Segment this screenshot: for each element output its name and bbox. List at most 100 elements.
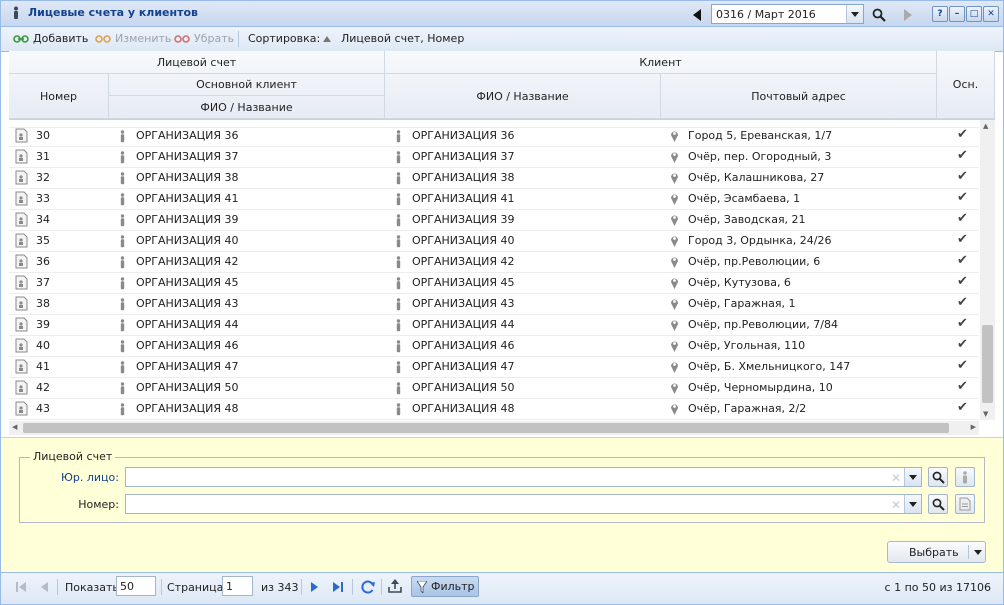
horizontal-scroll-thumb[interactable] (23, 423, 949, 433)
filter-legend: Лицевой счет (30, 450, 116, 463)
scroll-left-icon[interactable]: ◀ (12, 423, 17, 431)
table-row[interactable]: 33 ОРГАНИЗАЦИЯ 41 ОРГАНИЗАЦИЯ 41 Очёр, Эсам… (9, 189, 979, 210)
table-row[interactable]: 38 ОРГАНИЗАЦИЯ 43 ОРГАНИЗАЦИЯ 43 Очёр, Гара… (9, 294, 979, 315)
number-search-button[interactable] (928, 494, 948, 514)
page-size-input[interactable]: 50 (116, 576, 156, 596)
next-period-button[interactable] (897, 4, 919, 25)
person-icon (120, 298, 125, 311)
legal-entity-search-button[interactable] (928, 467, 948, 487)
check-icon: ✔ (957, 400, 968, 415)
toolbar-separator (238, 31, 239, 47)
title-bar: Лицевые счета у клиентов 0316 / Март 201… (1, 1, 1003, 27)
check-icon: ✔ (957, 127, 968, 142)
table-row[interactable]: 43 ОРГАНИЗАЦИЯ 48 ОРГАНИЗАЦИЯ 48 Очёр, Гара… (9, 399, 979, 420)
edit-label: Изменить (115, 32, 172, 45)
person-icon (14, 6, 18, 19)
cell-address: Город 3, Ордынка, 24/26 (688, 234, 832, 247)
header-postal-address[interactable]: Почтовый адрес (661, 74, 937, 119)
chevron-down-icon[interactable] (904, 495, 921, 513)
cell-client: ОРГАНИЗАЦИЯ 48 (412, 402, 515, 415)
refresh-icon[interactable] (360, 579, 376, 595)
cell-client: ОРГАНИЗАЦИЯ 40 (412, 234, 515, 247)
person-icon (396, 172, 401, 185)
table-row[interactable]: 30 ОРГАНИЗАЦИЯ 36 ОРГАНИЗАЦИЯ 36 Город 5, Е… (9, 126, 979, 147)
scroll-up-icon[interactable]: ▲ (983, 122, 988, 130)
header-main[interactable]: Осн. (937, 51, 995, 119)
edit-button[interactable]: Изменить (95, 32, 171, 45)
clear-icon[interactable]: ✕ (891, 498, 901, 512)
account-card-icon (15, 359, 28, 374)
legal-entity-card-button[interactable] (955, 467, 975, 487)
table-row[interactable]: 31 ОРГАНИЗАЦИЯ 37 ОРГАНИЗАЦИЯ 37 Очёр, пер.… (9, 147, 979, 168)
map-pin-icon (671, 173, 678, 184)
sort-value[interactable]: Лицевой счет, Номер (323, 32, 464, 45)
chevron-down-icon[interactable] (974, 550, 982, 555)
chevron-down-icon[interactable] (904, 468, 921, 486)
header-main-client-name[interactable]: ФИО / Название (109, 96, 385, 119)
filter-button[interactable]: Фильтр (411, 576, 479, 597)
table-row[interactable]: 37 ОРГАНИЗАЦИЯ 45 ОРГАНИЗАЦИЯ 45 Очёр, Куту… (9, 273, 979, 294)
search-period-button[interactable] (868, 4, 890, 25)
select-button-label: Выбрать (909, 546, 959, 559)
prev-period-button[interactable] (686, 4, 708, 25)
cell-main-client: ОРГАНИЗАЦИЯ 42 (136, 255, 239, 268)
scroll-down-icon[interactable]: ▼ (983, 410, 988, 418)
show-label: Показать (65, 581, 119, 594)
check-icon: ✔ (957, 274, 968, 289)
prev-page-icon[interactable] (39, 581, 49, 593)
clear-icon[interactable]: ✕ (891, 471, 901, 485)
check-icon: ✔ (957, 337, 968, 352)
minimize-button[interactable]: – (949, 6, 965, 22)
person-icon (120, 214, 125, 227)
vertical-scrollbar[interactable]: ▲ ▼ (980, 120, 995, 420)
table-row[interactable]: 42 ОРГАНИЗАЦИЯ 50 ОРГАНИЗАЦИЯ 50 Очёр, Черн… (9, 378, 979, 399)
account-card-icon (15, 170, 28, 185)
cell-address: Очёр, пер. Огородный, 3 (688, 150, 832, 163)
cell-main-client: ОРГАНИЗАЦИЯ 50 (136, 381, 239, 394)
select-button[interactable]: Выбрать (887, 541, 986, 563)
check-icon: ✔ (957, 316, 968, 331)
remove-button[interactable]: Убрать (174, 32, 234, 45)
export-icon[interactable] (387, 578, 403, 594)
number-field[interactable]: ✕ (125, 494, 922, 514)
table-row[interactable]: 34 ОРГАНИЗАЦИЯ 39 ОРГАНИЗАЦИЯ 39 Очёр, Заво… (9, 210, 979, 231)
next-page-icon[interactable] (310, 581, 320, 593)
person-icon (396, 256, 401, 269)
map-pin-icon (671, 194, 678, 205)
legal-entity-field[interactable]: ✕ (125, 467, 922, 487)
table-row[interactable]: 32 ОРГАНИЗАЦИЯ 38 ОРГАНИЗАЦИЯ 38 Очёр, Кала… (9, 168, 979, 189)
cell-main-client: ОРГАНИЗАЦИЯ 48 (136, 402, 239, 415)
header-number[interactable]: Номер (9, 74, 109, 119)
maximize-button[interactable]: □ (966, 6, 982, 22)
chevron-down-icon[interactable] (846, 5, 863, 23)
header-client-name[interactable]: ФИО / Название (385, 74, 661, 119)
map-pin-icon (671, 152, 678, 163)
pager-separator (161, 579, 162, 595)
period-select[interactable]: 0316 / Март 2016 (711, 4, 864, 24)
remove-label: Убрать (194, 32, 235, 45)
vertical-scroll-thumb[interactable] (982, 325, 993, 403)
help-button[interactable]: ? (932, 6, 948, 22)
table-row[interactable]: 36 ОРГАНИЗАЦИЯ 42 ОРГАНИЗАЦИЯ 42 Очёр, пр.Р… (9, 252, 979, 273)
account-card-icon (15, 275, 28, 290)
table-row[interactable]: 39 ОРГАНИЗАЦИЯ 44 ОРГАНИЗАЦИЯ 44 Очёр, пр.Р… (9, 315, 979, 336)
add-button[interactable]: Добавить (13, 32, 88, 45)
number-label: Номер: (78, 498, 119, 511)
person-icon (120, 319, 125, 332)
last-page-icon[interactable] (332, 581, 344, 593)
table-row[interactable]: 35 ОРГАНИЗАЦИЯ 40 ОРГАНИЗАЦИЯ 40 Город 3, О… (9, 231, 979, 252)
cell-main-client: ОРГАНИЗАЦИЯ 45 (136, 276, 239, 289)
number-card-button[interactable] (955, 494, 975, 514)
page-number-input[interactable]: 1 (222, 576, 253, 596)
scroll-right-icon[interactable]: ▶ (971, 423, 976, 431)
legal-entity-label[interactable]: Юр. лицо: (59, 471, 119, 484)
person-icon (120, 151, 125, 164)
horizontal-scrollbar[interactable]: ◀ ▶ (9, 421, 979, 435)
close-button[interactable]: ✕ (983, 6, 999, 22)
first-page-icon[interactable] (15, 581, 27, 593)
map-pin-icon (671, 131, 678, 142)
check-icon: ✔ (957, 211, 968, 226)
table-row[interactable]: 40 ОРГАНИЗАЦИЯ 46 ОРГАНИЗАЦИЯ 46 Очёр, Угол… (9, 336, 979, 357)
table-row[interactable]: 41 ОРГАНИЗАЦИЯ 47 ОРГАНИЗАЦИЯ 47 Очёр, Б. Х… (9, 357, 979, 378)
person-icon (963, 470, 967, 483)
